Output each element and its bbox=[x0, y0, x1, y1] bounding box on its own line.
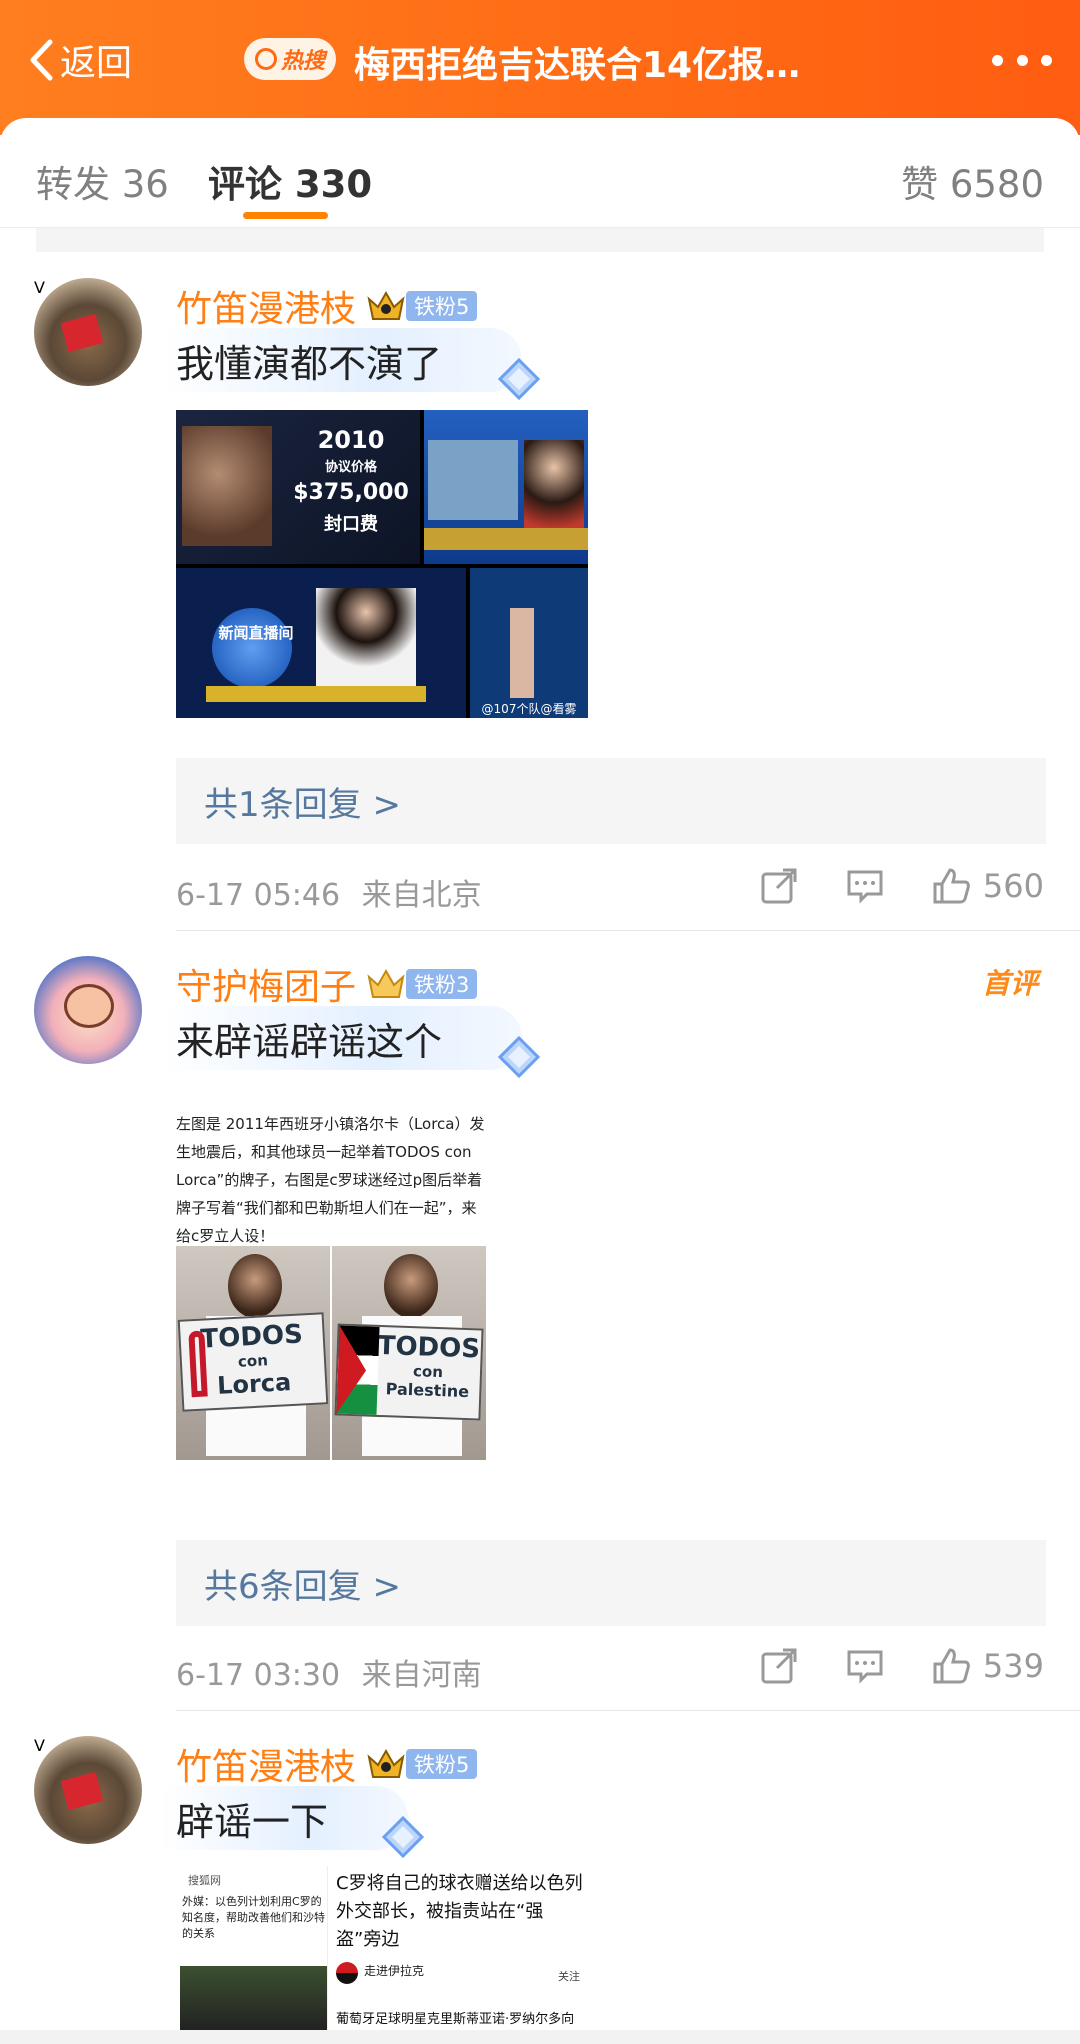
avatar[interactable]: V bbox=[34, 278, 146, 390]
image-text-fee: 封口费 bbox=[324, 514, 378, 535]
tab-repost[interactable]: 转发 36 bbox=[36, 154, 169, 208]
crown-icon bbox=[367, 968, 405, 998]
image-article-title: C罗将自己的球衣赠送给以色列外交部长，被指责站在“强盗”旁边 bbox=[336, 1873, 583, 1950]
image-caption: 左图是 2011年西班牙小镇洛尔卡（Lorca）发生地震后，和其他球员一起举着T… bbox=[176, 1115, 485, 1245]
comment-location: 来自河南 bbox=[361, 1658, 482, 1693]
back-button[interactable]: 返回 bbox=[28, 34, 132, 86]
back-label: 返回 bbox=[60, 43, 133, 84]
chevron-left-icon bbox=[30, 39, 53, 81]
like-icon[interactable] bbox=[931, 1646, 971, 1686]
sign-text: Palestine bbox=[385, 1379, 470, 1402]
comment-text: 我懂演都不演了 bbox=[160, 328, 523, 392]
like-count: 539 bbox=[982, 1647, 1044, 1685]
active-tab-indicator bbox=[243, 212, 328, 219]
diamond-icon bbox=[497, 357, 541, 401]
comment-location: 来自北京 bbox=[361, 878, 482, 913]
avatar[interactable]: V bbox=[34, 1736, 146, 1848]
divider bbox=[176, 930, 1080, 931]
tab-bar: 转发 36 评论 330 赞 6580 bbox=[0, 118, 1080, 228]
comment-text: 辟谣一下 bbox=[160, 1786, 409, 1850]
username[interactable]: 守护梅团子 bbox=[176, 958, 356, 1010]
hot-search-badge[interactable]: 热搜 bbox=[244, 38, 336, 80]
image-text-news: 新闻直播间 bbox=[218, 624, 294, 642]
comment-time: 6-17 03:30 bbox=[176, 1658, 341, 1693]
crown-icon bbox=[367, 1748, 405, 1778]
comment-icon[interactable] bbox=[845, 866, 885, 906]
image-text-price-label: 协议价格 bbox=[324, 460, 377, 475]
comment-icon[interactable] bbox=[845, 1646, 885, 1686]
tab-comments[interactable]: 评论 330 bbox=[208, 154, 372, 208]
share-icon[interactable] bbox=[759, 1646, 799, 1686]
comment-image[interactable]: 2010 协议价格 $375,000 封口费 新闻直播间 @107个队@看雾 bbox=[176, 410, 588, 718]
fan-level-badge: 铁粉5 bbox=[406, 1749, 478, 1779]
search-icon bbox=[254, 48, 277, 70]
image-text-amount: $375,000 bbox=[293, 480, 409, 505]
replies-link[interactable]: 共1条回复 > bbox=[176, 758, 1046, 844]
top-bar: 返回 热搜 梅西拒绝吉达联合14亿报… bbox=[0, 0, 1080, 135]
like-count: 560 bbox=[982, 867, 1044, 905]
avatar[interactable] bbox=[34, 956, 146, 1068]
username[interactable]: 竹笛漫港枝 bbox=[176, 280, 356, 332]
fan-level-badge: 铁粉3 bbox=[406, 969, 478, 999]
page-title[interactable]: 梅西拒绝吉达联合14亿报… bbox=[354, 36, 854, 88]
crown-icon bbox=[367, 290, 405, 320]
diamond-icon bbox=[381, 1815, 425, 1859]
separator bbox=[36, 228, 1044, 252]
image-headline: 外媒：以色列计划利用C罗的知名度，帮助改善他们和沙特的关系 bbox=[182, 1895, 325, 1940]
replies-link[interactable]: 共6条回复 > bbox=[176, 1540, 1046, 1626]
comment-text: 来辟谣辟谣这个 bbox=[160, 1006, 523, 1070]
image-watermark: @107个队@看雾 bbox=[481, 702, 577, 716]
more-options-icon[interactable] bbox=[992, 48, 1052, 72]
bottom-edge bbox=[0, 2030, 1080, 2044]
image-article-body: 葡萄牙足球明星克里斯蒂亚诺·罗纳尔多向 bbox=[336, 2012, 575, 2027]
diamond-icon bbox=[497, 1035, 541, 1079]
divider bbox=[176, 1710, 1080, 1711]
sign-text: TODOS bbox=[377, 1330, 481, 1365]
image-site-name: 搜狐网 bbox=[188, 1874, 221, 1887]
comment-image[interactable]: 左图是 2011年西班牙小镇洛尔卡（Lorca）发生地震后，和其他球员一起举着T… bbox=[176, 1106, 486, 1498]
like-icon[interactable] bbox=[931, 866, 971, 906]
username[interactable]: 竹笛漫港枝 bbox=[176, 1738, 356, 1790]
tab-likes[interactable]: 赞 6580 bbox=[901, 154, 1044, 208]
hot-badge-label: 热搜 bbox=[280, 49, 325, 74]
first-comment-tag: 首评 bbox=[981, 967, 1038, 1000]
comment-time: 6-17 05:46 bbox=[176, 878, 341, 913]
comment-image[interactable]: 搜狐网 外媒：以色列计划利用C罗的知名度，帮助改善他们和沙特的关系 C罗将自己的… bbox=[176, 1866, 588, 2030]
image-text-year: 2010 bbox=[317, 426, 385, 454]
fan-level-badge: 铁粉5 bbox=[406, 291, 478, 321]
share-icon[interactable] bbox=[759, 866, 799, 906]
image-account-name: 走进伊拉克 bbox=[364, 1964, 425, 1978]
image-follow-label: 关注 bbox=[558, 1970, 580, 1983]
